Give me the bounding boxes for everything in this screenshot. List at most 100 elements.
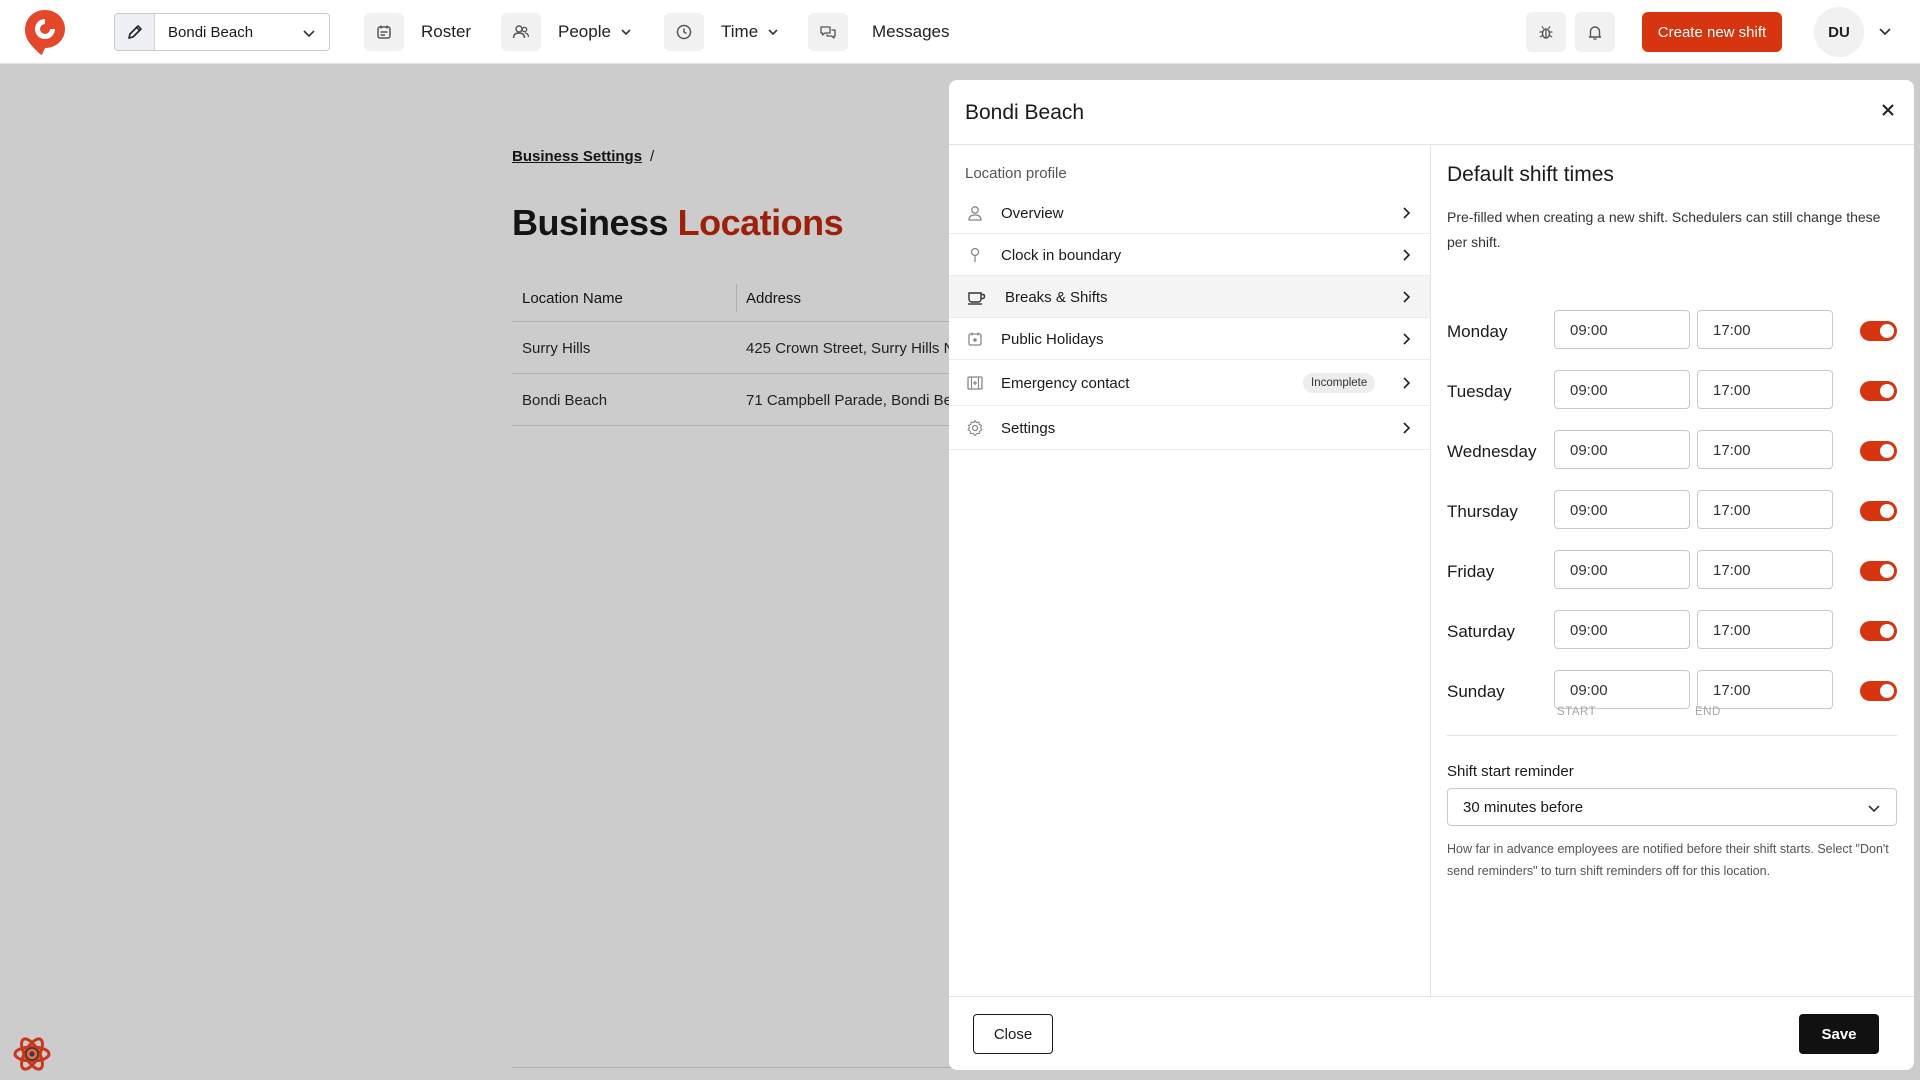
save-button[interactable]: Save [1799, 1014, 1879, 1054]
toggle-knob [1880, 504, 1894, 518]
start-time-input[interactable]: 09:00 [1554, 550, 1690, 589]
day-label: Saturday [1447, 622, 1516, 641]
location-profile-menu: Location profile Overview Clock in bound… [949, 145, 1431, 996]
reminder-label: Shift start reminder [1447, 763, 1574, 780]
coffee-cup-icon [967, 287, 987, 307]
nav-messages[interactable]: Messages [808, 13, 949, 51]
day-row-saturday: Saturday 09:00 17:00 [1447, 610, 1897, 650]
location-settings-modal: Bondi Beach Location profile Overview Cl… [949, 80, 1914, 1070]
gear-icon [965, 418, 985, 438]
day-row-tuesday: Tuesday 09:00 17:00 [1447, 370, 1897, 410]
divider [1447, 735, 1897, 736]
end-time-input[interactable]: 17:00 [1697, 490, 1833, 529]
modal-header: Bondi Beach [949, 80, 1914, 145]
calendar-icon [364, 13, 404, 51]
menu-item-clock-in-boundary[interactable]: Clock in boundary [949, 234, 1430, 276]
toggle-knob [1880, 444, 1894, 458]
day-row-friday: Friday 09:00 17:00 [1447, 550, 1897, 590]
day-label: Monday [1447, 322, 1508, 341]
menu-item-label: Overview [1001, 205, 1064, 222]
chevron-right-icon [1398, 247, 1414, 268]
day-label: Tuesday [1447, 382, 1512, 401]
menu-item-settings[interactable]: Settings [949, 406, 1430, 450]
day-label: Thursday [1447, 502, 1518, 521]
section-label: Location profile [965, 165, 1067, 182]
location-selector[interactable]: Bondi Beach [114, 13, 330, 51]
nav-people[interactable]: People [501, 13, 633, 51]
toggle-knob [1880, 624, 1894, 638]
day-enabled-toggle[interactable] [1860, 681, 1897, 701]
pencil-icon[interactable] [115, 14, 155, 50]
end-time-input[interactable]: 17:00 [1697, 430, 1833, 469]
menu-item-label: Clock in boundary [1001, 247, 1122, 264]
day-row-thursday: Thursday 09:00 17:00 [1447, 490, 1897, 530]
end-time-input[interactable]: 17:00 [1697, 610, 1833, 649]
menu-item-label: Public Holidays [1001, 331, 1104, 348]
menu-item-overview[interactable]: Overview [949, 192, 1430, 234]
nav-roster-label: Roster [421, 22, 472, 41]
day-enabled-toggle[interactable] [1860, 441, 1897, 461]
start-time-input[interactable]: 09:00 [1554, 490, 1690, 529]
users-icon [501, 13, 541, 51]
location-selector-value: Bondi Beach [168, 24, 254, 41]
start-time-input[interactable]: 09:00 [1554, 310, 1690, 349]
reminder-select-value: 30 minutes before [1463, 799, 1584, 816]
start-time-input[interactable]: 09:00 [1554, 370, 1690, 409]
clock-icon [664, 13, 704, 51]
toggle-knob [1880, 684, 1894, 698]
start-column-label: START [1557, 706, 1597, 718]
day-label: Friday [1447, 562, 1495, 581]
chat-icon [808, 13, 848, 51]
menu-item-emergency-contact[interactable]: Emergency contact Incomplete [949, 360, 1430, 406]
bell-icon[interactable] [1575, 12, 1615, 52]
create-new-shift-button[interactable]: Create new shift [1642, 12, 1782, 52]
toggle-knob [1880, 324, 1894, 338]
person-icon [965, 203, 985, 223]
brand-logo-icon[interactable] [22, 8, 68, 56]
reminder-help-text: How far in advance employees are notifie… [1447, 842, 1889, 878]
close-button[interactable]: Close [973, 1014, 1053, 1054]
nav-people-label: People [558, 22, 611, 41]
chevron-right-icon [1398, 420, 1414, 441]
avatar[interactable]: DU [1814, 7, 1864, 57]
end-time-input[interactable]: 17:00 [1697, 550, 1833, 589]
day-enabled-toggle[interactable] [1860, 561, 1897, 581]
section-description: Pre-filled when creating a new shift. Sc… [1447, 209, 1881, 250]
modal-footer: Close Save [949, 996, 1914, 1070]
day-label: Wednesday [1447, 442, 1537, 461]
day-enabled-toggle[interactable] [1860, 381, 1897, 401]
menu-item-public-holidays[interactable]: Public Holidays [949, 318, 1430, 360]
toggle-knob [1880, 564, 1894, 578]
day-row-monday: Monday 09:00 17:00 [1447, 310, 1897, 350]
section-title: Default shift times [1447, 163, 1614, 186]
close-icon[interactable] [1876, 98, 1900, 122]
day-enabled-toggle[interactable] [1860, 501, 1897, 521]
end-time-input[interactable]: 17:00 [1697, 670, 1833, 709]
react-atom-icon[interactable] [10, 1032, 54, 1076]
menu-item-breaks-and-shifts[interactable]: Breaks & Shifts [949, 276, 1430, 318]
start-time-input[interactable]: 09:00 [1554, 670, 1690, 709]
chevron-right-icon [1398, 375, 1414, 396]
nav-time[interactable]: Time [664, 13, 780, 51]
day-row-sunday: Sunday 09:00 17:00 [1447, 670, 1897, 710]
menu-item-label: Breaks & Shifts [1005, 289, 1108, 306]
chevron-down-icon[interactable] [1876, 22, 1894, 45]
reminder-select[interactable]: 30 minutes before [1447, 788, 1897, 826]
end-time-input[interactable]: 17:00 [1697, 310, 1833, 349]
pin-icon [965, 245, 985, 265]
end-time-input[interactable]: 17:00 [1697, 370, 1833, 409]
status-badge: Incomplete [1303, 373, 1376, 393]
calendar-star-icon [965, 329, 985, 349]
toggle-knob [1880, 384, 1894, 398]
bug-icon[interactable] [1526, 12, 1566, 52]
nav-messages-label: Messages [872, 22, 950, 41]
start-time-input[interactable]: 09:00 [1554, 430, 1690, 469]
nav-roster[interactable]: Roster [364, 13, 471, 51]
day-enabled-toggle[interactable] [1860, 621, 1897, 641]
start-time-input[interactable]: 09:00 [1554, 610, 1690, 649]
chevron-down-icon [301, 25, 317, 46]
day-enabled-toggle[interactable] [1860, 321, 1897, 341]
chevron-down-icon [1866, 800, 1882, 821]
nav-time-label: Time [721, 22, 759, 41]
end-column-label: END [1695, 706, 1721, 718]
